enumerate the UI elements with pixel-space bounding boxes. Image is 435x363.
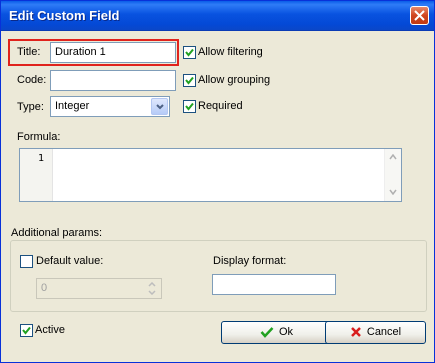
title-input[interactable]: Duration 1 xyxy=(50,42,176,63)
formula-label: Formula: xyxy=(17,131,61,143)
default-value-input: 0 xyxy=(41,282,48,294)
default-value-checkbox[interactable] xyxy=(20,255,33,268)
ok-button-label: Ok xyxy=(278,326,294,339)
title-bar[interactable]: Edit Custom Field xyxy=(1,1,434,31)
display-format-input[interactable] xyxy=(212,274,336,295)
display-format-label: Display format: xyxy=(213,255,287,267)
scroll-up-icon[interactable] xyxy=(389,154,397,160)
allow-filtering-label: Allow filtering xyxy=(198,46,263,58)
allow-grouping-label: Allow grouping xyxy=(198,74,271,86)
chevron-down-icon xyxy=(156,104,164,110)
allow-filtering-checkbox[interactable] xyxy=(183,46,196,59)
arrow-up-icon xyxy=(148,282,156,287)
allow-grouping-checkbox[interactable] xyxy=(183,74,196,87)
cancel-button-label: Cancel xyxy=(366,326,402,339)
spin-up-button xyxy=(145,280,160,288)
line-number-gutter: 1 xyxy=(20,149,53,201)
active-label: Active xyxy=(35,324,65,336)
spin-down-button xyxy=(145,288,160,296)
edit-custom-field-dialog: Edit Custom Field Title: Duration 1 Allo… xyxy=(0,0,435,363)
formula-scrollbar[interactable] xyxy=(384,149,401,201)
check-icon xyxy=(22,326,31,335)
type-select-value: Integer xyxy=(55,100,90,112)
spin-buttons xyxy=(145,280,160,297)
required-label: Required xyxy=(198,100,243,112)
default-value-label: Default value: xyxy=(36,255,104,267)
code-input[interactable] xyxy=(50,70,176,91)
line-number: 1 xyxy=(37,153,44,164)
additional-params-label: Additional params: xyxy=(11,227,103,239)
cancel-button[interactable]: Cancel xyxy=(325,321,426,344)
check-icon xyxy=(185,102,194,111)
title-label: Title: xyxy=(17,46,41,58)
ok-button[interactable]: Ok xyxy=(221,321,332,344)
window-title: Edit Custom Field xyxy=(9,8,120,23)
close-button[interactable] xyxy=(410,6,429,25)
check-icon xyxy=(185,76,194,85)
type-dropdown-button[interactable] xyxy=(151,98,168,115)
arrow-down-icon xyxy=(148,290,156,295)
type-select[interactable]: Integer xyxy=(50,96,170,117)
formula-editor[interactable]: 1 xyxy=(19,148,402,202)
check-icon xyxy=(185,48,194,57)
default-value-spinner: 0 xyxy=(36,278,162,299)
type-label: Type: xyxy=(17,101,44,113)
active-checkbox[interactable] xyxy=(20,324,33,337)
checkmark-icon xyxy=(260,327,274,338)
cancel-x-icon xyxy=(350,327,361,337)
code-label: Code: xyxy=(17,74,47,86)
scroll-down-icon[interactable] xyxy=(389,189,397,195)
required-checkbox[interactable] xyxy=(183,100,196,113)
close-icon xyxy=(414,10,425,21)
